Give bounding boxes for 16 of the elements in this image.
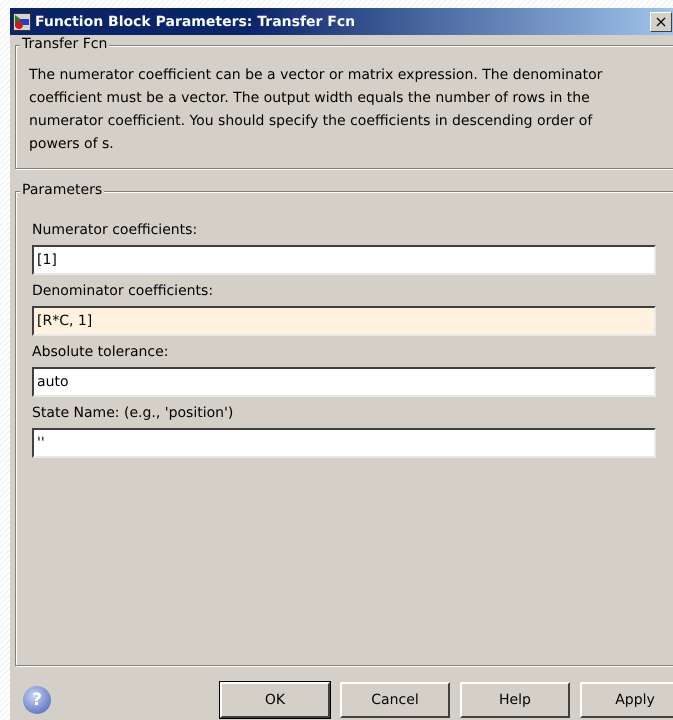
field-label: Numerator coefficients: [32, 222, 198, 238]
input-field[interactable]: [1] [32, 245, 656, 275]
field-label: Denominator coefficients: [32, 283, 214, 299]
input-field[interactable]: [R*C, 1] [32, 306, 656, 336]
description-text: The numerator coefficient can be a vector or matrix expression. The denominator coefficient must be a vector. The output width equals the number of rows in the numerator coefficient. You should specify the coefficients in descending order of powers of s. [29, 66, 604, 154]
dialog-button[interactable]: Apply [580, 682, 673, 718]
field-label: Absolute tolerance: [32, 344, 170, 360]
window-title: Function Block Parameters: Transfer Fcn [35, 14, 356, 30]
dialog-button[interactable]: Help [460, 682, 570, 718]
close-button[interactable]: × [650, 12, 672, 32]
input-field[interactable]: auto [32, 367, 656, 397]
app-icon [13, 12, 31, 30]
field-label: State Name: (e.g., 'position') [32, 405, 234, 421]
dialog-button[interactable]: Cancel [340, 682, 450, 718]
input-field[interactable]: '' [32, 428, 656, 458]
dialog-button[interactable]: OK [220, 682, 330, 718]
